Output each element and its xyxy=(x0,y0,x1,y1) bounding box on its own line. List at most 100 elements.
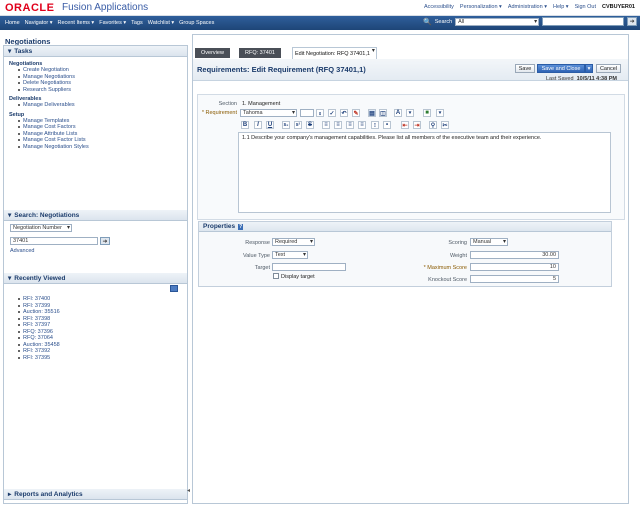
administration-menu[interactable]: Administration ▾ xyxy=(508,4,547,10)
value-type-label: Value Type xyxy=(242,253,270,259)
align-left-icon[interactable]: ≡ xyxy=(322,121,330,129)
display-target-label: Display target xyxy=(281,274,315,280)
refresh-icon[interactable] xyxy=(170,285,178,292)
section-label: Section xyxy=(218,101,237,107)
help-icon[interactable]: ? xyxy=(238,223,244,230)
eraser-icon[interactable]: ✎ xyxy=(352,109,360,117)
font-size-input[interactable] xyxy=(300,109,314,117)
nav-recent-items[interactable]: Recent Items ▾ xyxy=(58,20,95,26)
scoring-select[interactable]: Manual xyxy=(470,238,508,246)
tab-rfq[interactable]: RFQ: 37401 xyxy=(239,48,281,58)
background-color-icon[interactable]: ■ xyxy=(423,109,431,117)
nav-tags[interactable]: Tags xyxy=(131,20,143,26)
last-saved: Last Saved 10/5/11 4:38 PM xyxy=(546,76,617,82)
task-link[interactable]: Delete Negotiations xyxy=(23,80,71,86)
superscript-icon[interactable]: s² xyxy=(294,121,302,129)
task-link[interactable]: Manage Templates xyxy=(23,118,69,124)
bold-icon[interactable]: B xyxy=(241,121,249,129)
requirement-label: * Requirement xyxy=(201,110,237,116)
response-select[interactable]: Required xyxy=(272,238,315,246)
nav-navigator[interactable]: Navigator ▾ xyxy=(25,20,53,26)
brand-bar: ORACLE Fusion Applications Accessibility… xyxy=(0,0,640,16)
weight-input[interactable]: 30.00 xyxy=(470,251,559,259)
search-field-select[interactable]: Negotiation Number xyxy=(10,224,72,232)
subscript-icon[interactable]: s₂ xyxy=(282,121,290,129)
display-target-checkbox[interactable] xyxy=(273,273,279,279)
numbered-list-icon[interactable]: ⁝ xyxy=(371,121,379,129)
response-label: Response xyxy=(245,240,270,246)
text-color-icon[interactable]: A xyxy=(394,109,402,117)
search-label: Search xyxy=(434,18,453,25)
align-right-icon[interactable]: ≡ xyxy=(346,121,354,129)
tasks-header[interactable]: ▾ Tasks xyxy=(4,46,187,57)
task-link[interactable]: Create Negotiation xyxy=(23,67,69,73)
user-name: CVBUYER01 xyxy=(601,4,635,10)
reports-analytics-header[interactable]: ▸ Reports and Analytics xyxy=(4,489,187,500)
italic-icon[interactable]: I xyxy=(254,121,262,129)
help-menu[interactable]: Help ▾ xyxy=(553,4,569,10)
recently-viewed-header[interactable]: ▾ Recently Viewed xyxy=(4,273,187,284)
maximum-score-label: * Maximum Score xyxy=(423,265,467,271)
search-go-button[interactable]: ➜ xyxy=(627,17,638,26)
target-label: Target xyxy=(254,265,270,271)
task-link[interactable]: Manage Attribute Lists xyxy=(23,131,77,137)
background-color-menu[interactable]: ▾ xyxy=(436,109,444,117)
task-link[interactable]: Manage Negotiation Styles xyxy=(23,144,89,150)
outdent-icon[interactable]: ⇤ xyxy=(401,121,409,129)
save-button[interactable]: Save xyxy=(515,64,535,73)
save-and-close-button[interactable]: Save and Close xyxy=(537,64,585,73)
task-link[interactable]: Research Suppliers xyxy=(23,87,71,93)
size-stepper[interactable]: ⇕ xyxy=(316,109,324,117)
properties-header: Properties? xyxy=(199,222,611,232)
knockout-score-input[interactable]: 5 xyxy=(470,275,559,283)
negotiation-number-input[interactable]: 37401 xyxy=(10,237,98,245)
personalization-menu[interactable]: Personalization ▾ xyxy=(460,4,502,10)
unlink-icon[interactable]: ✂ xyxy=(441,121,449,129)
search-icon: 🔍 xyxy=(423,18,432,26)
nav-favorites[interactable]: Favorites ▾ xyxy=(99,20,126,26)
tab-edit-negotiation[interactable]: Edit Negotiation: RFQ 37401,1 xyxy=(292,47,377,59)
oracle-logo: ORACLE xyxy=(5,2,55,14)
task-link[interactable]: Manage Negotiations xyxy=(23,74,75,80)
search-input[interactable] xyxy=(542,17,625,26)
section-value: 1. Management xyxy=(242,101,281,107)
accessibility-link[interactable]: Accessibility xyxy=(424,4,454,10)
last-saved-value: 10/5/11 4:38 PM xyxy=(576,76,617,82)
undo-icon[interactable]: ↶ xyxy=(340,109,348,117)
task-link[interactable]: Manage Cost Factors xyxy=(23,124,76,130)
target-input[interactable] xyxy=(272,263,346,271)
spellcheck-icon[interactable]: ✓ xyxy=(328,109,336,117)
underline-icon[interactable]: U xyxy=(266,121,274,129)
rich-text-mode-icon[interactable]: ▤ xyxy=(368,109,376,117)
sign-out-link[interactable]: Sign Out xyxy=(575,4,596,10)
search-submit-button[interactable]: ➜ xyxy=(100,237,110,245)
maximum-score-input[interactable]: 10 xyxy=(470,263,559,271)
nav-home[interactable]: Home xyxy=(5,20,20,26)
justify-icon[interactable]: ≡ xyxy=(358,121,366,129)
global-search: 🔍 Search All ➜ xyxy=(423,17,638,26)
search-negotiations-header[interactable]: ▾ Search: Negotiations xyxy=(4,210,187,221)
nav-watchlist[interactable]: Watchlist ▾ xyxy=(148,20,174,26)
collapse-panel-icon[interactable]: ◂ xyxy=(187,487,190,494)
strikethrough-icon[interactable]: S xyxy=(306,121,314,129)
search-scope-select[interactable]: All xyxy=(455,17,540,26)
requirement-text-editor[interactable]: 1.1 Describe your company's management c… xyxy=(238,132,611,213)
save-menu-icon[interactable]: ▾ xyxy=(585,64,593,73)
source-mode-icon[interactable]: ◫ xyxy=(379,109,387,117)
nav-group-spaces[interactable]: Group Spaces xyxy=(179,20,214,26)
text-color-menu[interactable]: ▾ xyxy=(406,109,414,117)
bullet-list-icon[interactable]: • xyxy=(383,121,391,129)
last-saved-label: Last Saved xyxy=(546,76,574,82)
cancel-button[interactable]: Cancel xyxy=(596,64,621,73)
task-link[interactable]: Manage Cost Factor Lists xyxy=(23,137,86,143)
advanced-search-link[interactable]: Advanced xyxy=(10,248,34,254)
recent-item[interactable]: RFI: 37395 xyxy=(23,355,188,362)
product-name: Fusion Applications xyxy=(62,2,149,13)
link-icon[interactable]: ⚲ xyxy=(429,121,437,129)
font-select[interactable]: Tahoma xyxy=(240,109,297,117)
value-type-select[interactable]: Text xyxy=(272,251,308,259)
task-link[interactable]: Manage Deliverables xyxy=(23,102,75,108)
tab-overview[interactable]: Overview xyxy=(195,48,230,58)
indent-icon[interactable]: ⇥ xyxy=(413,121,421,129)
align-center-icon[interactable]: ≡ xyxy=(334,121,342,129)
